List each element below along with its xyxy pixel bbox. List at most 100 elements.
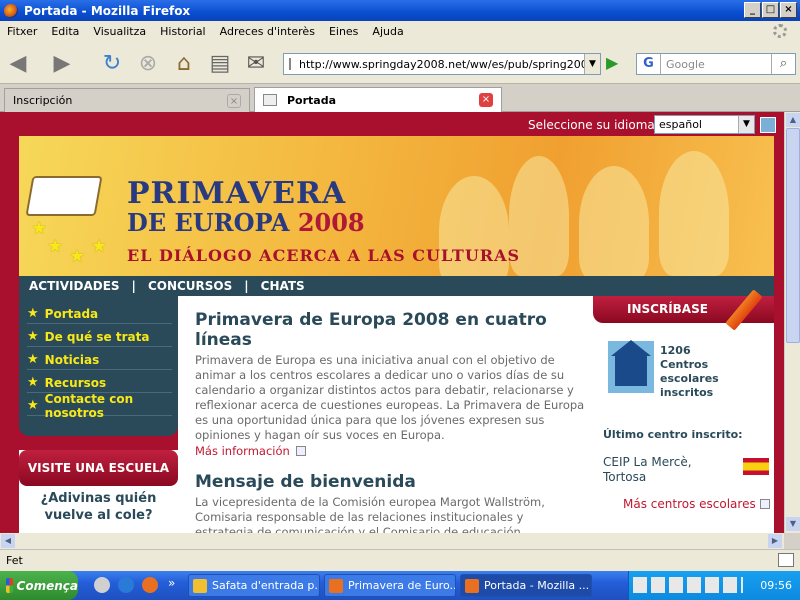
- more-info-link[interactable]: Más información: [195, 444, 593, 458]
- last-school-name: CEIP La Mercè, Tortosa: [603, 455, 692, 484]
- welcome-body: La vicepresidenta de la Comisión europea…: [195, 495, 545, 533]
- left-nav-portada[interactable]: ★ Portada: [27, 304, 172, 324]
- back-icon[interactable]: ◀: [4, 49, 32, 77]
- tray-icons[interactable]: [633, 577, 743, 593]
- search-icon[interactable]: ⌕: [771, 54, 795, 74]
- home-icon[interactable]: ⌂: [170, 49, 198, 77]
- chevron-down-icon[interactable]: ▼: [738, 116, 754, 133]
- star-icon: ★: [69, 246, 86, 267]
- more-schools-link[interactable]: Más centros escolares: [623, 497, 770, 511]
- print-icon[interactable]: ▤: [206, 49, 234, 77]
- visit-question[interactable]: ¿Adivinas quién vuelve al cole?: [19, 490, 178, 524]
- menu-visualitza[interactable]: Visualitza: [93, 25, 146, 38]
- mail-status-icon[interactable]: [778, 553, 794, 567]
- star-icon: ★: [91, 236, 108, 257]
- left-nav-contacte[interactable]: ★ Contacte con nosotros: [27, 392, 172, 420]
- star-icon: ★: [27, 398, 39, 413]
- tab-close-icon[interactable]: ×: [227, 94, 241, 108]
- star-icon: ★: [27, 329, 39, 344]
- tab-label: Inscripción: [13, 94, 73, 107]
- tab-portada[interactable]: Portada ×: [254, 87, 502, 112]
- navigation-toolbar: ◀ ▶ ↻ ⊗ ⌂ ▤ ✉ http://www.springday2008.n…: [0, 41, 800, 84]
- star-icon: ★: [27, 375, 39, 390]
- reload-icon[interactable]: ↻: [98, 49, 126, 77]
- maximize-button[interactable]: □: [762, 2, 779, 18]
- menu-ajuda[interactable]: Ajuda: [372, 25, 403, 38]
- scroll-down-icon[interactable]: ▼: [786, 517, 800, 531]
- firefox-icon: [329, 578, 343, 593]
- last-school-label: Último centro inscrito:: [603, 428, 743, 441]
- star-icon: ★: [47, 236, 64, 257]
- window-title: Portada - Mozilla Firefox: [24, 3, 191, 18]
- taskbar-item-primavera[interactable]: Primavera de Euro...: [324, 574, 456, 597]
- firefox-icon[interactable]: [142, 577, 158, 593]
- minimize-button[interactable]: _: [744, 2, 761, 18]
- scroll-left-icon[interactable]: ◀: [1, 534, 15, 548]
- stop-icon[interactable]: ⊗: [134, 49, 162, 77]
- start-label: Comença: [16, 578, 78, 593]
- nav-chats[interactable]: CHATS: [261, 279, 305, 293]
- menu-adreces[interactable]: Adreces d'interès: [220, 25, 315, 38]
- menu-historial[interactable]: Historial: [160, 25, 205, 38]
- google-icon[interactable]: G: [637, 54, 661, 74]
- language-label: Seleccione su idioma: [528, 118, 655, 132]
- left-nav-label: Contacte con nosotros: [44, 391, 134, 420]
- search-field[interactable]: G Google ⌕: [636, 53, 796, 75]
- silhouette: [659, 151, 729, 276]
- left-nav-label: Noticias: [44, 352, 100, 367]
- tab-bar: Inscripción × Portada ×: [0, 85, 800, 112]
- school-count-label: Centros escolares inscritos: [660, 358, 719, 399]
- left-nav: ★ Portada ★ De qué se trata ★ Noticias ★ Rec…: [19, 296, 178, 436]
- language-select[interactable]: español ▼: [654, 115, 755, 134]
- taskbar-item-portada[interactable]: Portada - Mozilla ...: [460, 574, 592, 597]
- tab-close-icon[interactable]: ×: [479, 93, 493, 107]
- language-value: español: [659, 118, 702, 131]
- system-tray: 09:56: [628, 571, 800, 600]
- address-bar[interactable]: http://www.springday2008.net/ww/es/pub/s…: [283, 53, 601, 75]
- nav-separator: |: [244, 279, 249, 293]
- left-nav-noticias[interactable]: ★ Noticias: [27, 350, 172, 370]
- menu-edita[interactable]: Edita: [51, 25, 79, 38]
- desktop-icon[interactable]: [94, 577, 110, 593]
- nav-concursos[interactable]: CONCURSOS: [148, 279, 232, 293]
- nav-actividades[interactable]: ACTIVIDADES: [29, 279, 120, 293]
- taskbar: Comença » Safata d'entrada p... Primaver…: [0, 571, 800, 600]
- menu-eines[interactable]: Eines: [329, 25, 358, 38]
- banner-subtitle: EL DIÁLOGO ACERCA A LAS CULTURAS: [127, 246, 521, 265]
- language-go-button[interactable]: [760, 117, 776, 133]
- left-nav-recursos[interactable]: ★ Recursos: [27, 373, 172, 393]
- more-icon[interactable]: »: [168, 576, 175, 590]
- left-nav-de-que-se-trata[interactable]: ★ De qué se trata: [27, 327, 172, 347]
- window-titlebar: Portada - Mozilla Firefox _ □ ×: [0, 0, 800, 21]
- mail-icon: [193, 578, 207, 593]
- mail-icon[interactable]: ✉: [242, 49, 270, 77]
- welcome-title: Mensaje de bienvenida: [195, 472, 416, 492]
- menu-fitxer[interactable]: Fitxer: [7, 25, 37, 38]
- start-button[interactable]: Comença: [0, 571, 78, 600]
- close-button[interactable]: ×: [780, 2, 797, 18]
- vertical-scrollbar[interactable]: ▲ ▼: [784, 112, 800, 533]
- address-dropdown-icon[interactable]: ▼: [584, 54, 600, 74]
- forward-icon[interactable]: ▶: [48, 49, 76, 77]
- visit-box: VISITE UNA ESCUELA ¿Adivinas quién vuelv…: [19, 450, 178, 533]
- ie-icon[interactable]: [118, 577, 134, 593]
- book-icon: [25, 176, 103, 216]
- web-page: Seleccione su idioma español ▼ ★ ★ ★ ★ P…: [0, 112, 784, 533]
- horizontal-scrollbar[interactable]: ◀ ▶: [0, 533, 784, 549]
- scroll-thumb[interactable]: [786, 128, 800, 343]
- left-nav-label: Portada: [44, 306, 99, 321]
- page-icon: [263, 94, 277, 106]
- article-body: Primavera de Europa es una iniciativa an…: [195, 353, 585, 442]
- go-icon[interactable]: ▶: [606, 54, 624, 72]
- external-link-icon: [759, 499, 770, 509]
- visit-school-button[interactable]: VISITE UNA ESCUELA: [19, 450, 178, 486]
- nav-separator: |: [131, 279, 136, 293]
- tab-inscripcion[interactable]: Inscripción ×: [4, 88, 250, 112]
- taskbar-item-label: Safata d'entrada p...: [212, 579, 320, 592]
- taskbar-item-inbox[interactable]: Safata d'entrada p...: [188, 574, 320, 597]
- spain-flag-icon: [743, 458, 769, 475]
- banner-title: PRIMAVERA: [127, 176, 347, 211]
- top-nav: ACTIVIDADES | CONCURSOS | CHATS: [19, 276, 774, 296]
- scroll-up-icon[interactable]: ▲: [786, 113, 800, 127]
- scroll-right-icon[interactable]: ▶: [768, 534, 782, 548]
